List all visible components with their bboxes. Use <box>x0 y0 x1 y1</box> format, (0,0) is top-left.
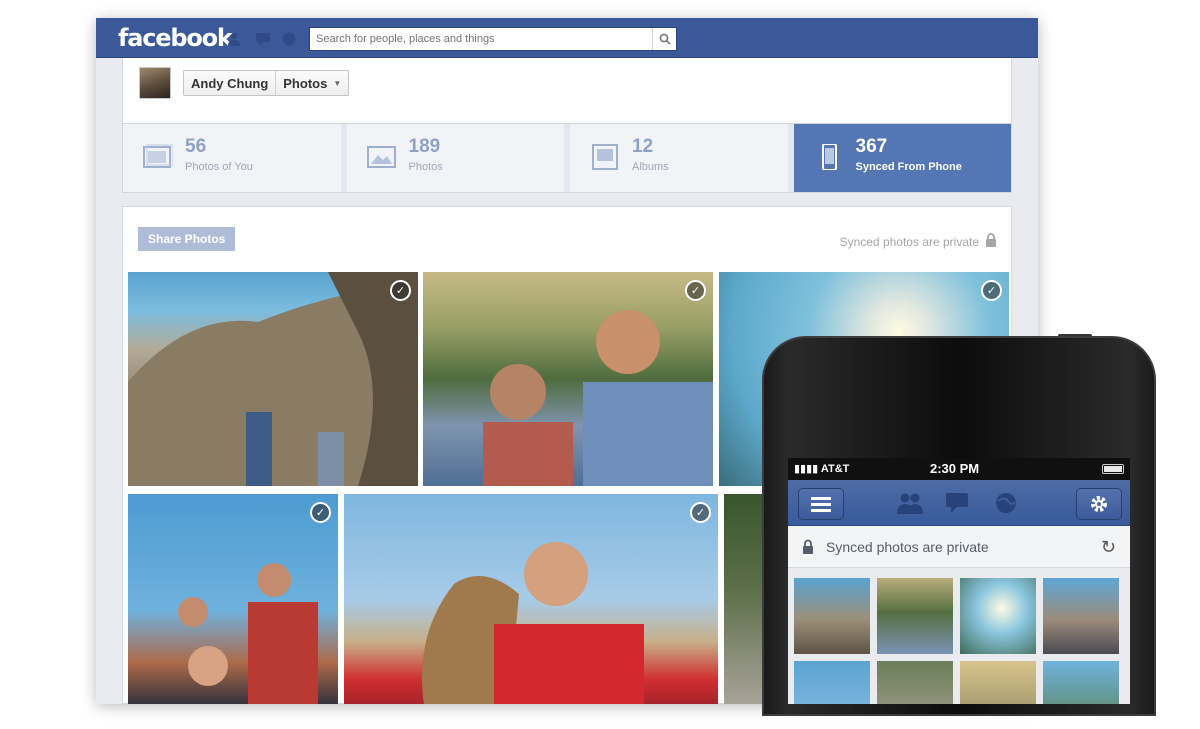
check-icon[interactable]: ✓ <box>390 280 411 301</box>
tagged-photos-icon <box>143 144 173 170</box>
stat-count: 367 <box>855 136 888 157</box>
notifications-globe-icon[interactable] <box>992 492 1020 514</box>
synced-photo[interactable]: ✓ <box>128 494 338 704</box>
phone-status-bar: ▮▮▮▮ AT&T 2:30 PM <box>788 458 1130 480</box>
photo-thumbnail[interactable] <box>877 578 953 654</box>
mobile-private-note: Synced photos are private <box>826 539 989 555</box>
menu-icon[interactable] <box>798 488 844 520</box>
photo-thumbnail[interactable] <box>794 661 870 704</box>
photo-thumbnail[interactable] <box>1043 661 1119 704</box>
tab-photos[interactable]: 189 Photos <box>346 124 564 192</box>
battery-icon <box>1102 464 1124 474</box>
couple-photo-art <box>178 563 318 704</box>
share-photos-button[interactable]: Share Photos <box>138 227 236 251</box>
synced-photo[interactable]: ✓ <box>423 272 713 486</box>
private-note: Synced photos are private <box>840 233 997 250</box>
stat-count: 12 <box>632 136 654 157</box>
tab-photos-of-you[interactable]: 56 Photos of You <box>123 124 341 192</box>
section-dropdown[interactable]: Photos ▼ <box>275 71 348 95</box>
tab-synced-from-phone[interactable]: 367 Synced From Phone <box>793 124 1011 192</box>
search-icon[interactable] <box>652 28 676 50</box>
photo-thumbnail[interactable] <box>1043 578 1119 654</box>
private-note-text: Synced photos are private <box>839 234 979 249</box>
avatar[interactable] <box>139 67 171 99</box>
section-dropdown-label: Photos <box>283 76 328 91</box>
stat-label: Photos of You <box>185 161 253 173</box>
check-icon[interactable]: ✓ <box>310 502 331 523</box>
messages-icon[interactable] <box>255 32 271 46</box>
carrier-label: ▮▮▮▮ AT&T <box>794 462 849 475</box>
search-box <box>309 27 677 51</box>
breadcrumb: Andy Chung Photos ▼ <box>183 70 350 96</box>
stat-count: 56 <box>185 136 207 157</box>
photo-thumbnail[interactable] <box>794 578 870 654</box>
photos-icon <box>366 144 397 170</box>
friend-requests-icon[interactable] <box>896 492 924 514</box>
profile-name-link[interactable]: Andy Chung <box>184 71 275 95</box>
stat-label: Photos <box>408 161 443 173</box>
settings-gear-icon[interactable] <box>1076 488 1122 520</box>
stat-label: Synced From Phone <box>855 161 962 173</box>
phone-screen: ▮▮▮▮ AT&T 2:30 PM Synced photos are priv… <box>788 458 1130 704</box>
refresh-icon[interactable]: ↻ <box>1101 537 1116 558</box>
lock-icon <box>985 233 997 250</box>
photo-thumbnail[interactable] <box>960 661 1036 704</box>
status-time: 2:30 PM <box>930 461 980 476</box>
mobile-private-bar: Synced photos are private ↻ <box>788 526 1130 568</box>
mobile-nav-bar <box>788 480 1130 526</box>
signal-icon: ▮▮▮▮ <box>794 463 821 475</box>
tab-albums[interactable]: 12 Albums <box>570 124 788 192</box>
rock-climbers-photo-art <box>128 272 418 486</box>
friend-requests-icon[interactable] <box>226 32 242 46</box>
search-input[interactable] <box>310 28 650 50</box>
man-with-dog-photo-art <box>422 542 644 704</box>
stat-count: 189 <box>408 136 441 157</box>
stat-label: Albums <box>632 161 669 173</box>
synced-photo[interactable]: ✓ <box>344 494 718 704</box>
check-icon[interactable]: ✓ <box>981 280 1002 301</box>
carrier-name: AT&T <box>820 463 850 475</box>
profile-header: Andy Chung Photos ▼ <box>122 58 1012 126</box>
check-icon[interactable]: ✓ <box>690 502 711 523</box>
chevron-down-icon: ▼ <box>333 79 342 88</box>
check-icon[interactable]: ✓ <box>685 280 706 301</box>
albums-icon <box>590 144 620 170</box>
synced-photo[interactable]: ✓ <box>128 272 418 486</box>
notifications-globe-icon[interactable] <box>281 32 297 46</box>
friends-selfie-photo-art <box>483 310 713 486</box>
facebook-logo[interactable]: facebook <box>118 24 233 52</box>
messages-icon[interactable] <box>944 492 972 514</box>
top-navigation-bar: facebook <box>96 18 1038 58</box>
photo-thumbnail[interactable] <box>960 578 1036 654</box>
photo-stats-tabs: 56 Photos of You 189 Photos 12 Albums 36… <box>122 123 1012 193</box>
lock-icon <box>802 539 814 559</box>
photo-thumbnail[interactable] <box>877 661 953 704</box>
phone-icon <box>814 144 844 170</box>
